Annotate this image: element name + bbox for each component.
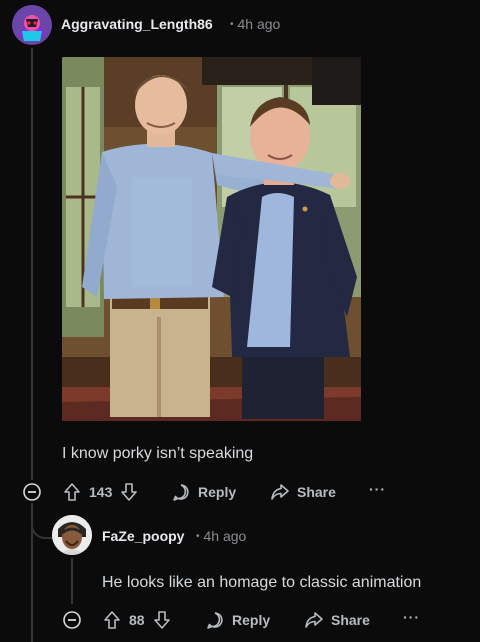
share-label: Share (331, 612, 370, 628)
reply-button[interactable]: Reply (171, 482, 236, 502)
reply-collapse-button[interactable] (62, 610, 82, 630)
more-icon: ··· (403, 609, 420, 625)
reply-icon (207, 612, 223, 629)
meta-separator: • (196, 531, 200, 542)
comment-image-picture (62, 57, 361, 421)
reply-icon (173, 484, 189, 501)
thread-line-main (31, 48, 33, 480)
upvote-button[interactable] (102, 610, 122, 630)
reply-user-avatar[interactable] (52, 515, 92, 555)
reply-share-button[interactable]: Share (304, 610, 370, 630)
user-avatar-icon (52, 515, 92, 555)
upvote-icon (104, 611, 120, 629)
downvote-icon (153, 611, 170, 629)
downvote-button[interactable] (119, 482, 139, 502)
comment-meta: • 4h ago (230, 16, 280, 32)
user-avatar-icon (12, 5, 52, 45)
share-icon (305, 612, 323, 628)
comment-timestamp: 4h ago (237, 16, 281, 32)
reply-more-options-button[interactable]: ··· (403, 609, 420, 625)
reply-vote-control: 88 (102, 610, 172, 630)
share-icon (271, 484, 289, 500)
reply-label: Reply (232, 612, 271, 628)
reply-reply-button[interactable]: Reply (205, 610, 270, 630)
vote-count: 143 (89, 484, 113, 500)
comment-body: I know porky isn’t speaking (62, 445, 254, 462)
thread-line-reply (71, 558, 73, 604)
comment-username[interactable]: Aggravating_Length86 (61, 16, 213, 32)
reply-body: He looks like an homage to classic anima… (102, 574, 422, 591)
share-button[interactable]: Share (270, 482, 336, 502)
comment-image[interactable] (62, 57, 361, 421)
upvote-icon (64, 483, 80, 501)
collapse-button[interactable] (22, 482, 42, 502)
reply-username[interactable]: FaZe_poopy (102, 528, 184, 544)
collapse-icon (63, 611, 81, 629)
reply-timestamp: 4h ago (203, 528, 247, 544)
user-avatar[interactable] (12, 5, 52, 45)
reply-label: Reply (198, 484, 237, 500)
vote-count: 88 (129, 612, 145, 628)
upvote-button[interactable] (62, 482, 82, 502)
share-label: Share (297, 484, 336, 500)
more-options-button[interactable]: ··· (369, 481, 386, 497)
vote-control: 143 (62, 482, 139, 502)
more-icon: ··· (369, 481, 386, 497)
downvote-icon (121, 483, 138, 501)
downvote-button[interactable] (152, 610, 172, 630)
reply-meta: • 4h ago (196, 528, 246, 544)
thread-branch (31, 503, 53, 539)
collapse-icon (23, 483, 41, 501)
meta-separator: • (230, 19, 234, 30)
